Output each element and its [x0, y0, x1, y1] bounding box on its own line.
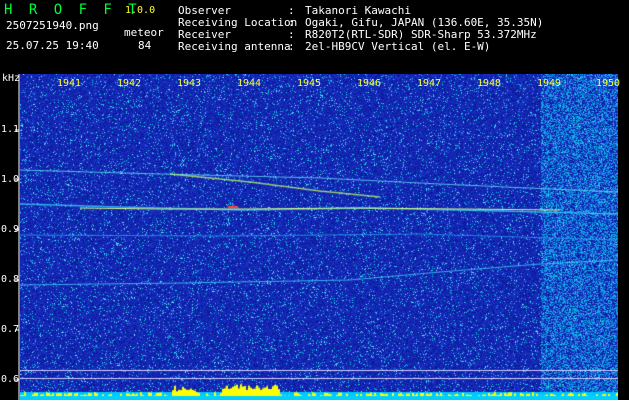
- app-name: H R O F F T: [4, 2, 141, 18]
- x-tick-1942: 1942: [116, 78, 142, 89]
- x-tick-1944: 1944: [236, 78, 262, 89]
- x-tick-1943: 1943: [176, 78, 202, 89]
- antenna-label: Receiving antenna: [178, 40, 291, 53]
- app-version: 1.0.0: [125, 5, 156, 16]
- x-tick-1945: 1945: [296, 78, 322, 89]
- x-tick-1948: 1948: [476, 78, 502, 89]
- x-tick-1950: 1950: [595, 78, 621, 89]
- x-tick-1941: 1941: [56, 78, 82, 89]
- meteor-count: 84: [138, 39, 152, 52]
- y-axis: [15, 74, 20, 400]
- capture-datetime: 25.07.25 19:40: [6, 39, 99, 52]
- image-filename: 2507251940.png: [6, 19, 99, 32]
- x-tick-1949: 1949: [536, 78, 562, 89]
- meteor-label: meteor: [124, 26, 164, 39]
- spectrogram-plot: [20, 74, 618, 400]
- x-tick-1947: 1947: [416, 78, 442, 89]
- antenna-value: 2el-HB9CV Vertical (el. E-W): [305, 40, 491, 53]
- x-tick-1946: 1946: [356, 78, 382, 89]
